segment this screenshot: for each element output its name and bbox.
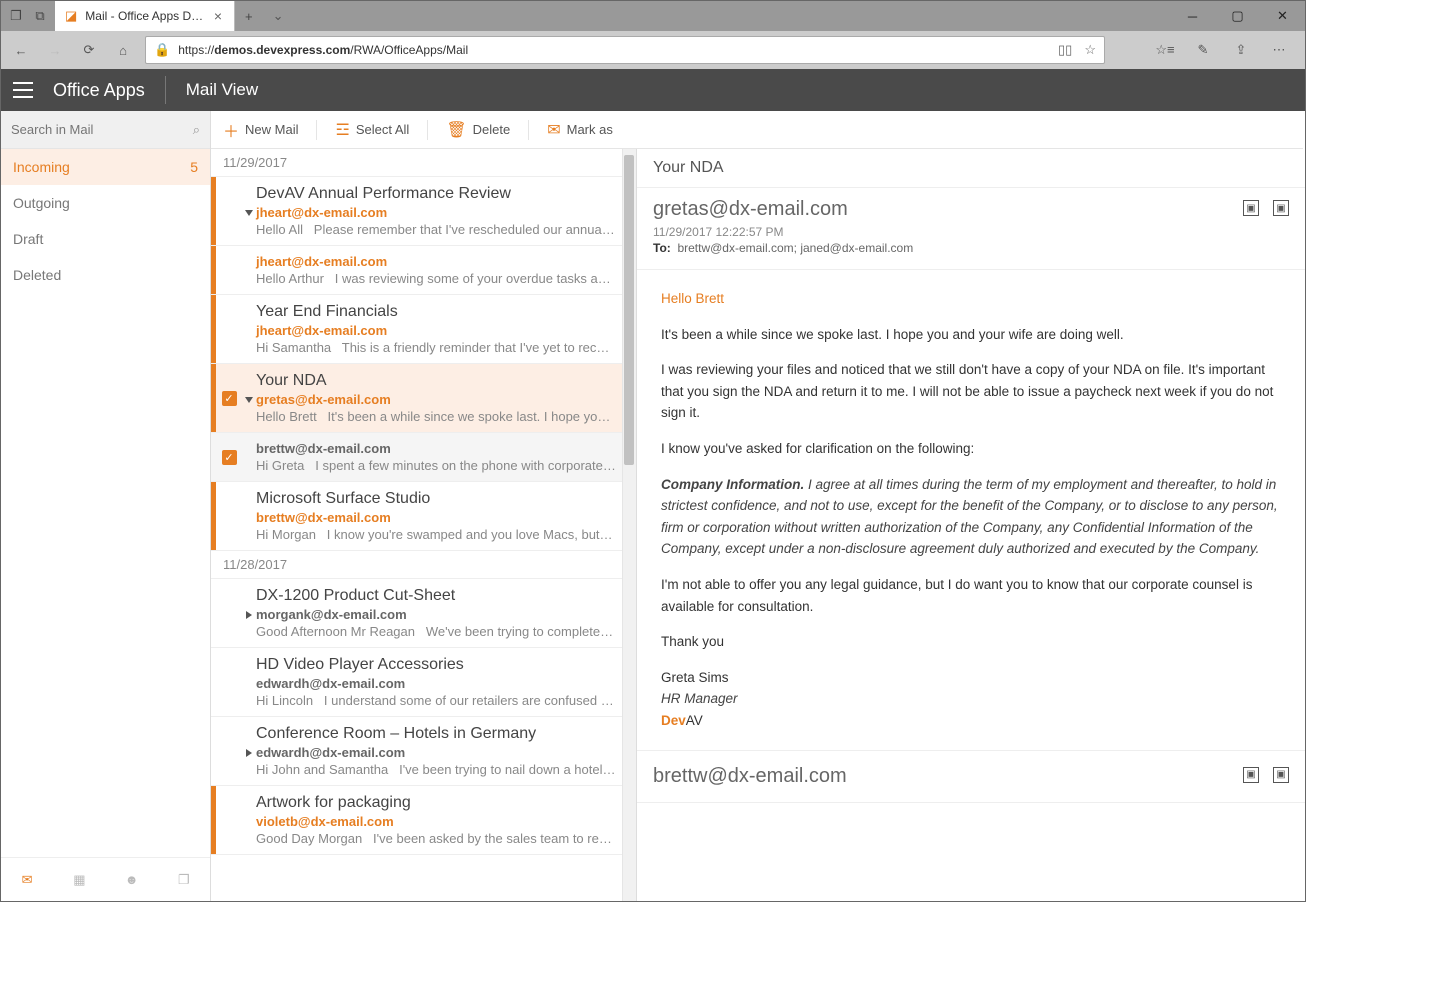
window-maximize[interactable]: ▢ xyxy=(1215,1,1260,31)
window-close[interactable]: ✕ xyxy=(1260,1,1305,31)
expand-icon[interactable] xyxy=(242,394,256,403)
nav-forward-icon: → xyxy=(43,38,67,62)
set-aside-icon[interactable]: ⧉ xyxy=(31,7,49,25)
tab-favicon: ◪ xyxy=(65,8,77,24)
url-text: https://demos.devexpress.com/RWA/OfficeA… xyxy=(178,43,468,57)
mail-view-icon[interactable]: ✉ xyxy=(1,858,53,901)
browser-navbar: ← → ⟳ ⌂ 🔒 https://demos.devexpress.com/R… xyxy=(1,31,1305,69)
reader-to: brettw@dx-email.com; janed@dx-email.com xyxy=(677,241,913,255)
app-subtitle: Mail View xyxy=(186,80,258,100)
mail-item[interactable]: Artwork for packagingvioletb@dx-email.co… xyxy=(211,786,622,855)
notes-icon[interactable]: ✎ xyxy=(1191,38,1215,62)
scrollbar[interactable] xyxy=(622,149,636,901)
select-all-button[interactable]: ☲Select All xyxy=(335,120,409,140)
plus-icon: ＋ xyxy=(223,118,239,142)
favorite-icon[interactable]: ☆ xyxy=(1084,42,1096,58)
search-icon[interactable]: ⌕ xyxy=(193,122,200,138)
folder-incoming[interactable]: Incoming 5 xyxy=(1,149,210,185)
mail-item[interactable]: jheart@dx-email.comHello Arthur I was re… xyxy=(211,246,622,295)
expand-icon[interactable] xyxy=(242,746,256,757)
mail-checkbox[interactable]: ✓ xyxy=(216,364,242,432)
search-box[interactable]: ⌕ xyxy=(1,111,210,149)
divider xyxy=(165,76,166,104)
select-all-icon: ☲ xyxy=(335,120,349,140)
mark-icon: ✉ xyxy=(547,120,560,140)
mail-item[interactable]: Microsoft Surface Studiobrettw@dx-email.… xyxy=(211,482,622,551)
trash-icon: 🗑 xyxy=(446,120,466,140)
mail-list-pane: ＋New Mail ☲Select All 🗑Delete ✉Mark as 1… xyxy=(211,111,637,901)
reading-pane: Your NDA gretas@dx-email.com 11/29/2017 … xyxy=(637,149,1305,901)
browser-titlebar: ❐ ⧉ ◪ Mail - Office Apps Dem × + ⌄ ─ ▢ ✕ xyxy=(1,1,1305,31)
reader-body: Hello Brett It's been a while since we s… xyxy=(637,270,1305,750)
mail-item[interactable]: ✓ brettw@dx-email.comHi Greta I spent a … xyxy=(211,433,622,482)
reader-date: 11/29/2017 12:22:57 PM xyxy=(653,225,1289,239)
date-header: 11/29/2017 xyxy=(211,149,622,177)
expand-reader-icon[interactable]: ▣ xyxy=(1243,767,1259,783)
tab-title: Mail - Office Apps Dem xyxy=(85,9,204,23)
mail-item[interactable]: Year End Financialsjheart@dx-email.comHi… xyxy=(211,295,622,364)
expand-icon[interactable] xyxy=(242,207,256,216)
expand-icon[interactable] xyxy=(242,608,256,619)
app-title: Office Apps xyxy=(53,80,145,101)
expand-reader-icon[interactable]: ▣ xyxy=(1243,200,1259,216)
calendar-view-icon[interactable]: ▦ xyxy=(53,858,105,901)
reader-header: gretas@dx-email.com 11/29/2017 12:22:57 … xyxy=(637,188,1305,270)
address-bar[interactable]: 🔒 https://demos.devexpress.com/RWA/Offic… xyxy=(145,36,1105,64)
mail-item[interactable]: HD Video Player Accessoriesedwardh@dx-em… xyxy=(211,648,622,717)
folder-deleted[interactable]: Deleted xyxy=(1,257,210,293)
lock-icon: 🔒 xyxy=(154,42,170,58)
tabs-chevron-icon[interactable]: ⌄ xyxy=(263,1,294,31)
contacts-view-icon[interactable]: ☻ xyxy=(106,858,158,901)
scrollbar-thumb[interactable] xyxy=(624,155,634,465)
app-header: Office Apps Mail View xyxy=(1,69,1305,111)
nav-back-icon[interactable]: ← xyxy=(9,38,33,62)
folder-label: Incoming xyxy=(13,159,70,175)
mail-list[interactable]: 11/29/2017 DevAV Annual Performance Revi… xyxy=(211,149,636,901)
folder-draft[interactable]: Draft xyxy=(1,221,210,257)
docs-view-icon[interactable]: ❐ xyxy=(158,858,210,901)
mail-item[interactable]: Conference Room – Hotels in Germanyedwar… xyxy=(211,717,622,786)
new-mail-button[interactable]: ＋New Mail xyxy=(223,118,298,142)
mail-item-selected[interactable]: ✓ Your NDAgretas@dx-email.comHello Brett… xyxy=(211,364,622,433)
favorites-hub-icon[interactable]: ☆≡ xyxy=(1153,38,1177,62)
restore-icon[interactable]: ❐ xyxy=(7,7,25,25)
nav-refresh-icon[interactable]: ⟳ xyxy=(77,38,101,62)
reader-from: gretas@dx-email.com xyxy=(653,198,1289,221)
folder-outgoing[interactable]: Outgoing xyxy=(1,185,210,221)
collapse-reader-icon[interactable]: ▣ xyxy=(1273,767,1289,783)
nav-home-icon[interactable]: ⌂ xyxy=(111,38,135,62)
folder-pane: ⌕ Incoming 5 Outgoing Draft Deleted ✉ ▦ … xyxy=(1,111,211,901)
mail-checkbox[interactable]: ✓ xyxy=(216,433,242,481)
browser-tab[interactable]: ◪ Mail - Office Apps Dem × xyxy=(55,1,235,31)
next-message-header[interactable]: brettw@dx-email.com ▣ ▣ xyxy=(637,750,1305,803)
window-minimize[interactable]: ─ xyxy=(1170,1,1215,31)
hamburger-icon[interactable] xyxy=(13,82,33,98)
reading-view-icon[interactable]: ▯▯ xyxy=(1058,42,1072,58)
new-tab-button[interactable]: + xyxy=(235,1,263,31)
mail-item[interactable]: DevAV Annual Performance Reviewjheart@dx… xyxy=(211,177,622,246)
delete-button[interactable]: 🗑Delete xyxy=(446,120,510,140)
mail-toolbar: ＋New Mail ☲Select All 🗑Delete ✉Mark as xyxy=(211,111,1303,149)
reader-subject: Your NDA xyxy=(637,149,1305,188)
collapse-reader-icon[interactable]: ▣ xyxy=(1273,200,1289,216)
folder-count: 5 xyxy=(190,159,198,175)
search-input[interactable] xyxy=(11,122,193,137)
mark-as-button[interactable]: ✉Mark as xyxy=(547,120,613,140)
date-header: 11/28/2017 xyxy=(211,551,622,579)
mail-item[interactable]: DX-1200 Product Cut-Sheetmorgank@dx-emai… xyxy=(211,579,622,648)
more-icon[interactable]: ⋯ xyxy=(1267,38,1291,62)
share-icon[interactable]: ⇪ xyxy=(1229,38,1253,62)
close-tab-icon[interactable]: × xyxy=(212,8,224,24)
